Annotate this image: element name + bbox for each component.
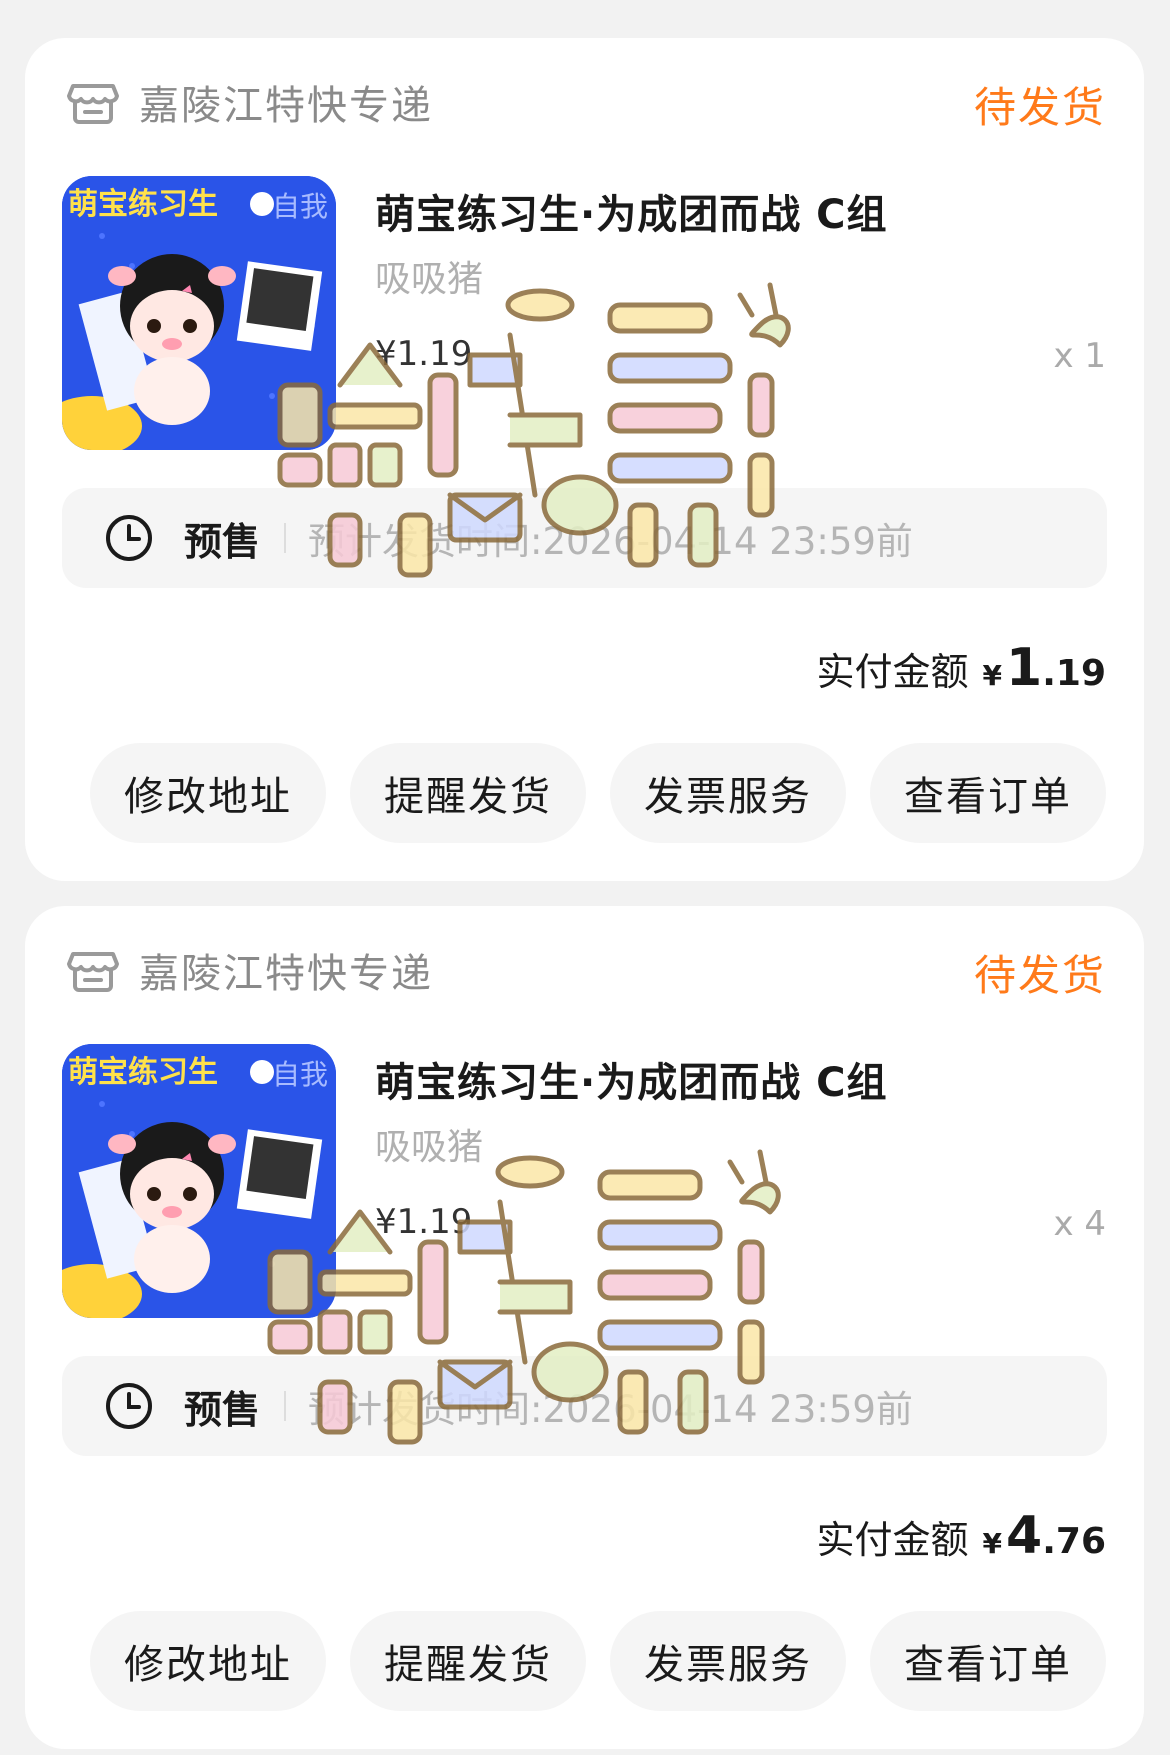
product-image: 萌宝练习生 自我 xyxy=(62,176,336,450)
total-integer: 4 xyxy=(1006,1506,1043,1566)
view-order-button[interactable]: 查看订单 xyxy=(870,1611,1106,1711)
presale-banner: 预售 预计发货时间:2026-04-14 23:59前 xyxy=(62,1356,1107,1456)
view-order-button[interactable]: 查看订单 xyxy=(870,743,1106,843)
total-label: 实付金额 xyxy=(816,650,969,694)
thumbnail-side-text: 自我 xyxy=(272,190,328,223)
shop-icon xyxy=(67,84,119,124)
presale-tag: 预售 xyxy=(184,519,261,564)
order-status: 待发货 xyxy=(973,83,1106,132)
product-sku: 吸吸猪 xyxy=(375,1127,484,1168)
presale-shipping-note: 预计发货时间:2026-04-14 23:59前 xyxy=(308,1388,913,1431)
divider xyxy=(284,1391,287,1421)
product-thumbnail[interactable]: 萌宝练习生 自我 xyxy=(62,1044,336,1318)
product-quantity: x 4 xyxy=(1053,1204,1106,1244)
shop-icon xyxy=(67,952,119,992)
total-label: 实付金额 xyxy=(816,1518,969,1562)
shop-header[interactable]: 嘉陵江特快专递 xyxy=(65,74,433,130)
divider xyxy=(284,523,287,553)
product-title[interactable]: 萌宝练习生·为成团而战 C组 xyxy=(375,182,887,240)
order-status: 待发货 xyxy=(973,951,1106,1000)
clock-icon xyxy=(106,1383,152,1429)
remind-shipping-button[interactable]: 提醒发货 xyxy=(350,743,586,843)
product-sku: 吸吸猪 xyxy=(375,259,484,300)
shop-header[interactable]: 嘉陵江特快专递 xyxy=(65,942,433,998)
total-paid: 实付金额 ¥ 4 .76 xyxy=(817,1506,1106,1566)
total-currency: ¥ xyxy=(982,1527,1003,1560)
modify-address-button[interactable]: 修改地址 xyxy=(90,1611,326,1711)
presale-shipping-note: 预计发货时间:2026-04-14 23:59前 xyxy=(308,520,913,563)
shop-name: 嘉陵江特快专递 xyxy=(139,83,433,129)
total-decimal: .19 xyxy=(1042,653,1106,694)
invoice-service-button[interactable]: 发票服务 xyxy=(610,743,846,843)
order-card[interactable]: 嘉陵江特快专递 待发货 萌宝练习生 自我 萌宝练习生·为成团而战 C组 吸吸猪 xyxy=(25,38,1144,881)
product-image: 萌宝练习生 自我 xyxy=(62,1044,336,1318)
thumbnail-side-text: 自我 xyxy=(272,1058,328,1091)
modify-address-button[interactable]: 修改地址 xyxy=(90,743,326,843)
action-bar: 修改地址 提醒发货 发票服务 查看订单 xyxy=(90,1611,1106,1711)
product-thumbnail[interactable]: 萌宝练习生 自我 xyxy=(62,176,336,450)
clock-icon xyxy=(106,515,152,561)
total-integer: 1 xyxy=(1006,638,1043,698)
total-paid: 实付金额 ¥ 1 .19 xyxy=(817,638,1106,698)
presale-tag: 预售 xyxy=(184,1387,261,1432)
shop-name: 嘉陵江特快专递 xyxy=(139,951,433,997)
total-currency: ¥ xyxy=(982,659,1003,692)
action-bar: 修改地址 提醒发货 发票服务 查看订单 xyxy=(90,743,1106,843)
remind-shipping-button[interactable]: 提醒发货 xyxy=(350,1611,586,1711)
product-title[interactable]: 萌宝练习生·为成团而战 C组 xyxy=(375,1050,887,1108)
product-price: ¥1.19 xyxy=(375,334,473,374)
product-quantity: x 1 xyxy=(1053,336,1106,376)
invoice-service-button[interactable]: 发票服务 xyxy=(610,1611,846,1711)
order-card[interactable]: 嘉陵江特快专递 待发货 萌宝练习生 自我 萌宝练习生·为成团而战 C组 吸吸猪 xyxy=(25,906,1144,1749)
product-price: ¥1.19 xyxy=(375,1202,473,1242)
thumbnail-caption: 萌宝练习生 xyxy=(68,1055,218,1090)
presale-banner: 预售 预计发货时间:2026-04-14 23:59前 xyxy=(62,488,1107,588)
thumbnail-caption: 萌宝练习生 xyxy=(68,187,218,222)
total-decimal: .76 xyxy=(1042,1521,1106,1562)
